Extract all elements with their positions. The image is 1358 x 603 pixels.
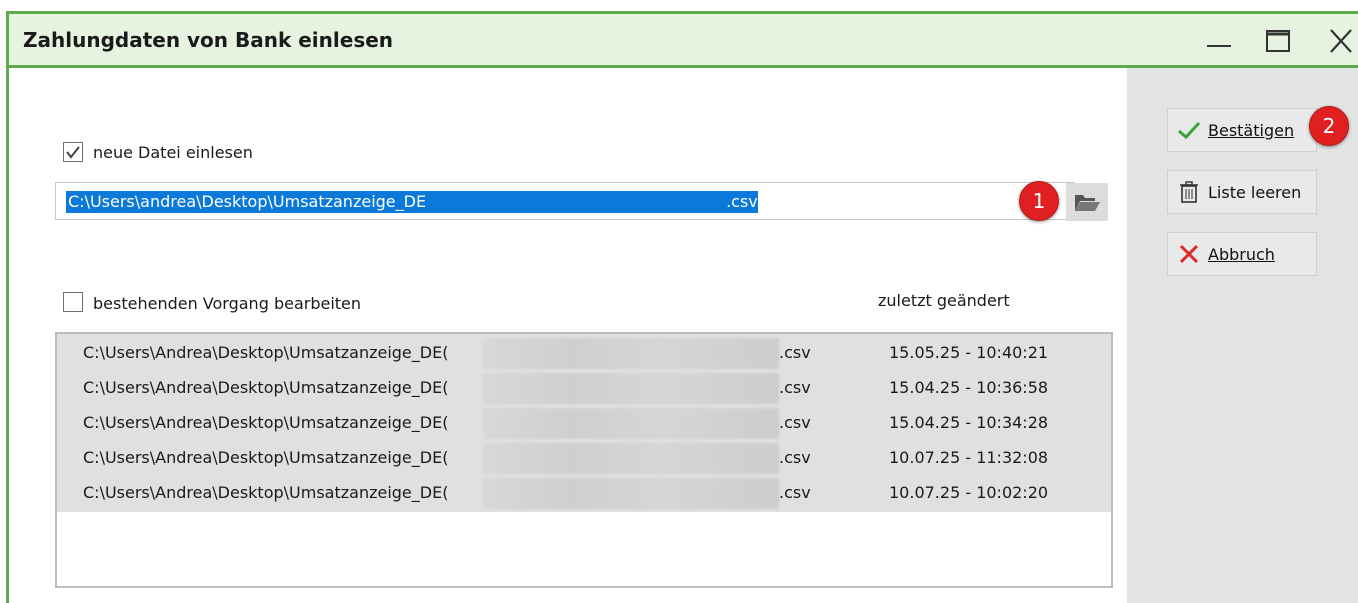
- table-row[interactable]: C:\Users\Andrea\Desktop\Umsatzanzeige_DE…: [57, 406, 1111, 441]
- file-ext-cell: .csv: [779, 448, 811, 467]
- file-ext-cell: .csv: [779, 413, 811, 432]
- clear-list-label: Liste leeren: [1208, 182, 1302, 202]
- file-ext-cell: .csv: [779, 378, 811, 397]
- cancel-label: Abbruch: [1208, 244, 1275, 264]
- checkmark-icon: [1176, 119, 1202, 141]
- recent-files-list[interactable]: C:\Users\Andrea\Desktop\Umsatzanzeige_DE…: [55, 332, 1113, 588]
- file-path-input[interactable]: C:\Users\andrea\Desktop\Umsatzanzeige_DE…: [55, 182, 1075, 220]
- checkmark-icon: [66, 146, 80, 159]
- modified-date-cell: 10.07.25 - 11:32:08: [889, 448, 1049, 467]
- close-icon: [1330, 29, 1352, 53]
- file-path-cell: C:\Users\Andrea\Desktop\Umsatzanzeige_DE…: [83, 448, 449, 467]
- file-path-cell: C:\Users\Andrea\Desktop\Umsatzanzeige_DE…: [83, 343, 449, 362]
- dialog-window: Zahlungdaten von Bank einlesen neue Date…: [6, 11, 1358, 603]
- new-file-label: neue Datei einlesen: [93, 143, 253, 162]
- table-row[interactable]: C:\Users\Andrea\Desktop\Umsatzanzeige_DE…: [57, 476, 1111, 511]
- confirm-label: Bestätigen: [1208, 120, 1295, 140]
- confirm-button[interactable]: Bestätigen: [1167, 108, 1317, 152]
- existing-process-checkbox[interactable]: [63, 292, 83, 312]
- redacted-area: [483, 408, 779, 439]
- modified-date-cell: 15.04.25 - 10:34:28: [889, 413, 1049, 432]
- title-bar: Zahlungdaten von Bank einlesen: [9, 14, 1358, 68]
- action-panel: Bestätigen 2 Liste leeren Abbruch: [1127, 68, 1358, 603]
- modified-date-cell: 15.04.25 - 10:36:58: [889, 378, 1049, 397]
- modified-date-cell: 10.07.25 - 10:02:20: [889, 483, 1049, 502]
- file-ext-cell: .csv: [779, 483, 811, 502]
- clear-list-button[interactable]: Liste leeren: [1167, 170, 1317, 214]
- close-button[interactable]: [1321, 24, 1358, 58]
- minimize-icon: [1207, 45, 1231, 47]
- window-title: Zahlungdaten von Bank einlesen: [23, 28, 394, 52]
- file-ext-cell: .csv: [779, 343, 811, 362]
- browse-folder-button[interactable]: [1066, 183, 1108, 221]
- minimize-button[interactable]: [1199, 24, 1239, 58]
- new-file-checkbox[interactable]: [63, 142, 83, 162]
- table-row[interactable]: C:\Users\Andrea\Desktop\Umsatzanzeige_DE…: [57, 336, 1111, 371]
- trash-icon: [1176, 181, 1202, 203]
- file-path-cell: C:\Users\Andrea\Desktop\Umsatzanzeige_DE…: [83, 413, 449, 432]
- cancel-button[interactable]: Abbruch: [1167, 232, 1317, 276]
- step-badge-2: 2: [1309, 106, 1349, 146]
- redacted-area: [483, 373, 779, 404]
- modified-date-cell: 15.05.25 - 10:40:21: [889, 343, 1049, 362]
- redacted-area: [483, 338, 779, 369]
- maximize-button[interactable]: [1258, 24, 1298, 58]
- file-path-cell: C:\Users\Andrea\Desktop\Umsatzanzeige_DE…: [83, 483, 449, 502]
- column-header-modified: zuletzt geändert: [878, 291, 1010, 310]
- table-row[interactable]: C:\Users\Andrea\Desktop\Umsatzanzeige_DE…: [57, 371, 1111, 406]
- step-badge-1: 1: [1019, 181, 1059, 221]
- table-row[interactable]: C:\Users\Andrea\Desktop\Umsatzanzeige_DE…: [57, 441, 1111, 476]
- file-path-selection: C:\Users\andrea\Desktop\Umsatzanzeige_DE…: [66, 191, 758, 213]
- redacted-area: [483, 443, 779, 474]
- cross-icon: [1176, 243, 1202, 265]
- folder-open-icon: [1075, 195, 1100, 211]
- existing-process-label: bestehenden Vorgang bearbeiten: [93, 294, 362, 313]
- redacted-area: [483, 478, 779, 509]
- recent-files-rows: C:\Users\Andrea\Desktop\Umsatzanzeige_DE…: [57, 334, 1111, 512]
- file-path-cell: C:\Users\Andrea\Desktop\Umsatzanzeige_DE…: [83, 378, 449, 397]
- maximize-icon: [1266, 30, 1290, 52]
